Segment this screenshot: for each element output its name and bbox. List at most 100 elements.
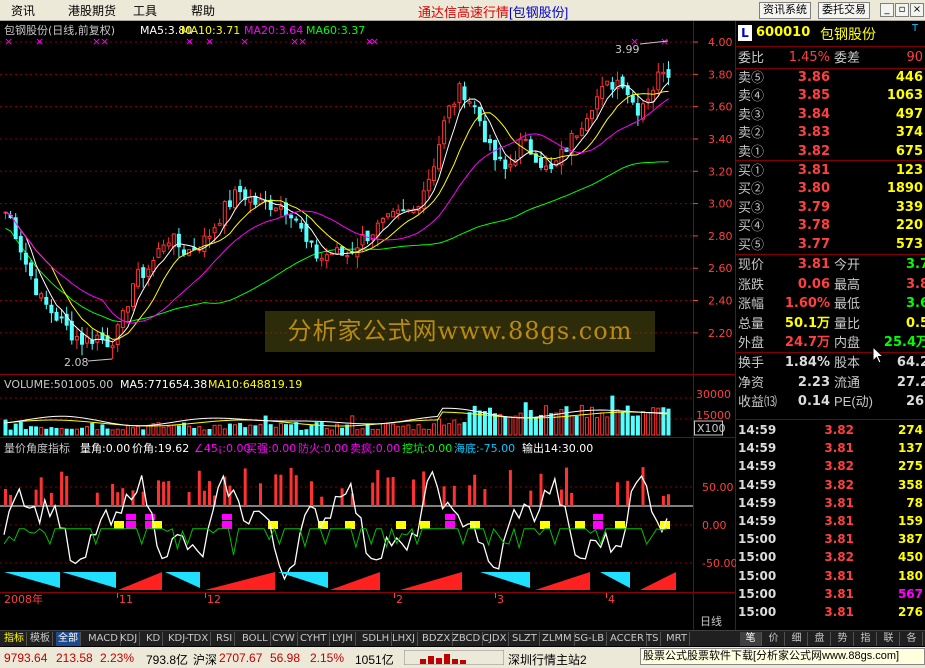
tab-cyw[interactable]: CYW xyxy=(270,632,298,646)
right-tab-6[interactable]: 联 xyxy=(878,632,900,646)
tick-row: 14:59 3.82 358 xyxy=(736,476,925,494)
price-tick: 3.40 xyxy=(708,133,733,146)
bid-price: 3.80 xyxy=(797,181,830,197)
stat-value: 1.60% xyxy=(784,296,830,311)
minimize-icon[interactable]: _ xyxy=(880,3,894,17)
right-tab-0[interactable]: 笔 xyxy=(740,632,762,646)
bid-row: 买① 3.81 123 xyxy=(736,162,925,180)
ask-volume: 497 xyxy=(895,106,923,122)
sz-amount: 1051亿 xyxy=(355,653,394,667)
right-tab-4[interactable]: 势 xyxy=(832,632,854,646)
tab-kdj[interactable]: KDJ xyxy=(118,632,141,646)
stat-value: 3.81 xyxy=(797,257,830,272)
date-year: 2008年 xyxy=(4,592,43,606)
vol-tick-15000: 15000 xyxy=(696,409,731,422)
sh-percent: 2.23% xyxy=(100,651,135,665)
tab-lhxj[interactable]: LHXJ xyxy=(390,632,418,646)
stat-label-2: 最低 xyxy=(834,296,861,311)
tab-bdzx[interactable]: BDZX xyxy=(420,632,454,646)
right-tab-2[interactable]: 细 xyxy=(786,632,808,646)
right-tab-7[interactable]: 各 xyxy=(901,632,923,646)
price-tick: 3.20 xyxy=(708,165,733,178)
ind-header-item: 防火:0.00 xyxy=(298,441,348,455)
high-note: 3.99 xyxy=(615,43,640,56)
tab-sdlh[interactable]: SDLH xyxy=(360,632,393,646)
right-tab-1[interactable]: 价 xyxy=(763,632,785,646)
menu-tools[interactable]: 工具 xyxy=(133,2,157,19)
stat-value-2: 3.8 xyxy=(905,276,925,292)
watermark: 分析家公式网www.88gs.com xyxy=(265,311,655,352)
ind-header-item: 买强:0.00 xyxy=(246,442,296,455)
svg-text:×: × xyxy=(370,35,379,48)
stat-row: 外盘 24.7万 内盘 25.4万 xyxy=(736,334,925,352)
tab-ts[interactable]: TS xyxy=(644,632,662,646)
app-title-stock: [包钢股份] xyxy=(509,5,569,20)
tick-price: 3.82 xyxy=(824,459,854,474)
tab-kd[interactable]: KD xyxy=(144,632,164,646)
stat-value: 2.23 xyxy=(797,374,830,390)
stat-label-2: 量比 xyxy=(834,315,861,331)
mouse-cursor-icon xyxy=(872,346,885,364)
tick-row: 14:59 3.82 274 xyxy=(736,421,925,439)
tab-accer[interactable]: ACCER xyxy=(608,632,647,646)
right-tab-3[interactable]: 盘 xyxy=(809,632,831,646)
price-tick: 3.60 xyxy=(708,101,733,114)
tab-slzt[interactable]: SLZT xyxy=(510,632,540,646)
stat-label-2: 今开 xyxy=(834,257,861,272)
right-tab-5[interactable]: 指 xyxy=(855,632,877,646)
tab-zlmm[interactable]: ZLMM xyxy=(540,632,575,646)
tab-boll[interactable]: BOLL xyxy=(240,632,271,646)
tick-price: 3.81 xyxy=(824,532,854,547)
menu-help[interactable]: 帮助 xyxy=(191,2,215,19)
bid-price: 3.79 xyxy=(797,199,830,215)
tab-cjdx[interactable]: CJDX xyxy=(480,632,510,646)
tab-指标[interactable]: 指标 xyxy=(2,632,27,646)
tab-zbcd[interactable]: ZBCD xyxy=(450,632,484,646)
news-system-button[interactable]: 资讯系统 xyxy=(759,2,811,19)
tick-row: 15:00 3.82 450 xyxy=(736,548,925,566)
bid-price: 3.77 xyxy=(797,236,830,252)
stat-value: 50.1万 xyxy=(784,315,830,331)
tab-mrt[interactable]: MRT xyxy=(664,632,690,646)
tick-volume: 567 xyxy=(897,586,923,601)
tick-time: 14:59 xyxy=(738,514,777,528)
stat-label-2: 股本 xyxy=(834,355,861,370)
tick-price: 3.81 xyxy=(824,441,854,456)
server-label[interactable]: 深圳行情主站2 xyxy=(508,651,587,668)
close-icon[interactable]: × xyxy=(910,3,924,17)
status-bar: 9793.64 213.58 2.23% 793.8亿 沪深 2707.67 5… xyxy=(0,647,925,668)
stat-row: 总量 50.1万 量比 0.5 xyxy=(736,315,925,333)
menu-hk-futures[interactable]: 港股期货 xyxy=(68,2,116,19)
tick-time: 14:59 xyxy=(738,441,777,456)
sz-index: 2707.67 xyxy=(219,651,263,665)
tab-rsi[interactable]: RSI xyxy=(214,632,236,646)
tab-kdj-tdx[interactable]: KDJ-TDX xyxy=(166,632,212,646)
ask-price: 3.82 xyxy=(797,143,830,159)
tick-volume: 276 xyxy=(897,605,923,619)
tick-volume: 358 xyxy=(897,477,923,492)
restore-icon[interactable]: ▫ xyxy=(895,3,909,17)
ask-row: 卖① 3.82 675 xyxy=(736,143,925,161)
tab-全部[interactable]: 全部 xyxy=(56,632,81,646)
ind-tick: 50.00 xyxy=(702,481,734,494)
menu-news[interactable]: 资讯 xyxy=(11,2,35,19)
ind-header-item: 挖坑:0.00 xyxy=(402,441,452,455)
tab-lyjh[interactable]: LYJH xyxy=(330,632,356,646)
period-label[interactable]: 日线 xyxy=(700,614,722,628)
bid-price: 3.78 xyxy=(797,218,830,234)
tab-模板[interactable]: 模板 xyxy=(28,632,53,646)
tick-time: 14:59 xyxy=(738,495,777,510)
tab-macd[interactable]: MACD xyxy=(86,632,121,646)
trade-button[interactable]: 委托交易 xyxy=(818,2,870,19)
ad-banner[interactable]: 股票公式股票软件下载[分析家公式网www.88gs.com] xyxy=(640,648,925,665)
tab-sg-lb[interactable]: SG-LB xyxy=(572,632,608,646)
ask-volume: 675 xyxy=(895,143,923,159)
app-title-main: 通达信高速行情 xyxy=(418,5,510,20)
weicha-label: 委差 xyxy=(834,50,861,65)
tick-row: 14:59 3.81 78 xyxy=(736,494,925,512)
vol-ma5-label: MA5:771654.38 xyxy=(120,378,207,391)
price-tick: 3.80 xyxy=(708,68,733,81)
sh-amount: 793.8亿 xyxy=(146,653,189,667)
tab-cyht[interactable]: CYHT xyxy=(298,632,330,646)
quote-header: L 600010 包钢股份 T xyxy=(736,21,925,47)
